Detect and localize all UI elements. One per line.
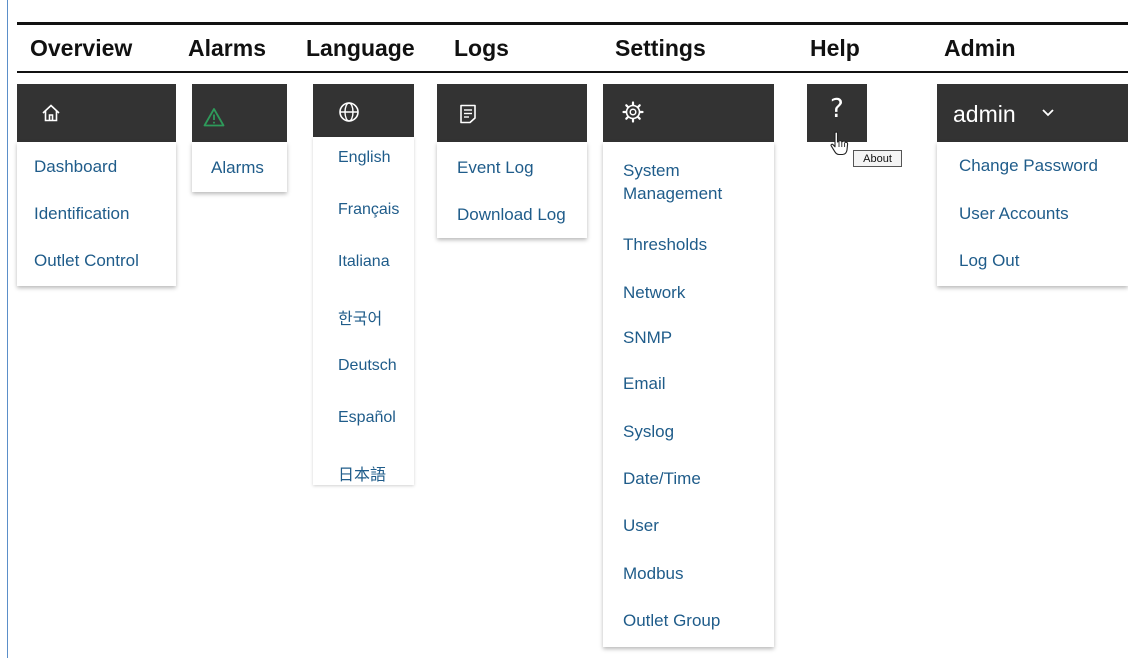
pointer-cursor-icon bbox=[829, 131, 849, 157]
overview-menu-button[interactable] bbox=[17, 84, 176, 142]
menu-item-modbus[interactable]: Modbus bbox=[623, 564, 683, 584]
language-item-english[interactable]: English bbox=[338, 149, 390, 167]
heading-logs: Logs bbox=[454, 35, 509, 61]
admin-username: admin bbox=[953, 101, 1016, 127]
menu-item-identification[interactable]: Identification bbox=[34, 204, 129, 224]
menu-item-outlet-group[interactable]: Outlet Group bbox=[623, 611, 720, 631]
menu-item-date-time[interactable]: Date/Time bbox=[623, 469, 701, 489]
heading-alarms: Alarms bbox=[188, 35, 266, 61]
language-menu-button[interactable] bbox=[313, 84, 414, 142]
heading-overview: Overview bbox=[30, 35, 133, 61]
menu-item-log-out[interactable]: Log Out bbox=[959, 251, 1020, 271]
language-item-italian[interactable]: Italiana bbox=[338, 253, 390, 271]
settings-dropdown: System Management Thresholds Network SNM… bbox=[603, 142, 774, 647]
menu-item-system-management[interactable]: System Management bbox=[623, 159, 753, 205]
overview-dropdown: Dashboard Identification Outlet Control bbox=[17, 142, 176, 286]
globe-icon bbox=[338, 101, 360, 123]
warning-triangle-icon bbox=[203, 107, 225, 127]
window-left-border bbox=[7, 0, 8, 658]
menu-item-thresholds[interactable]: Thresholds bbox=[623, 235, 707, 255]
question-icon: ? bbox=[830, 94, 844, 124]
heading-language: Language bbox=[306, 35, 415, 61]
menu-item-alarms[interactable]: Alarms bbox=[211, 158, 264, 178]
language-item-french[interactable]: Français bbox=[338, 201, 399, 219]
home-icon bbox=[41, 103, 61, 123]
language-item-spanish[interactable]: Español bbox=[338, 409, 396, 427]
menu-item-syslog[interactable]: Syslog bbox=[623, 422, 674, 442]
gear-icon bbox=[622, 101, 644, 123]
language-item-japanese[interactable]: 日本語 bbox=[338, 461, 386, 485]
help-about-tooltip: About bbox=[853, 150, 902, 167]
document-icon bbox=[459, 104, 477, 124]
language-dropdown: English Français Italiana 한국어 Deutsch Es… bbox=[313, 137, 414, 485]
menu-item-email[interactable]: Email bbox=[623, 374, 666, 394]
menu-item-user[interactable]: User bbox=[623, 516, 659, 536]
heading-admin: Admin bbox=[944, 35, 1016, 61]
menu-item-user-accounts[interactable]: User Accounts bbox=[959, 204, 1069, 224]
settings-menu-button[interactable] bbox=[603, 84, 774, 142]
chevron-down-icon bbox=[1042, 109, 1054, 117]
menu-item-download-log[interactable]: Download Log bbox=[457, 205, 566, 225]
menu-item-snmp[interactable]: SNMP bbox=[623, 328, 672, 348]
menu-item-network[interactable]: Network bbox=[623, 283, 685, 303]
language-item-german[interactable]: Deutsch bbox=[338, 357, 397, 375]
heading-help: Help bbox=[810, 35, 860, 61]
menu-item-outlet-control[interactable]: Outlet Control bbox=[34, 251, 139, 271]
admin-dropdown: Change Password User Accounts Log Out bbox=[937, 142, 1128, 286]
menu-item-event-log[interactable]: Event Log bbox=[457, 158, 534, 178]
top-rule bbox=[17, 22, 1128, 25]
heading-settings: Settings bbox=[615, 35, 706, 61]
logs-dropdown: Event Log Download Log bbox=[437, 142, 587, 238]
alarms-menu-button[interactable] bbox=[192, 84, 287, 142]
logs-menu-button[interactable] bbox=[437, 84, 587, 142]
menu-item-dashboard[interactable]: Dashboard bbox=[34, 157, 117, 177]
heading-rule bbox=[17, 71, 1128, 73]
language-item-korean[interactable]: 한국어 bbox=[338, 305, 382, 329]
admin-menu-button[interactable]: admin bbox=[937, 84, 1128, 142]
menu-item-change-password[interactable]: Change Password bbox=[959, 156, 1098, 176]
alarms-dropdown: Alarms bbox=[192, 142, 287, 192]
